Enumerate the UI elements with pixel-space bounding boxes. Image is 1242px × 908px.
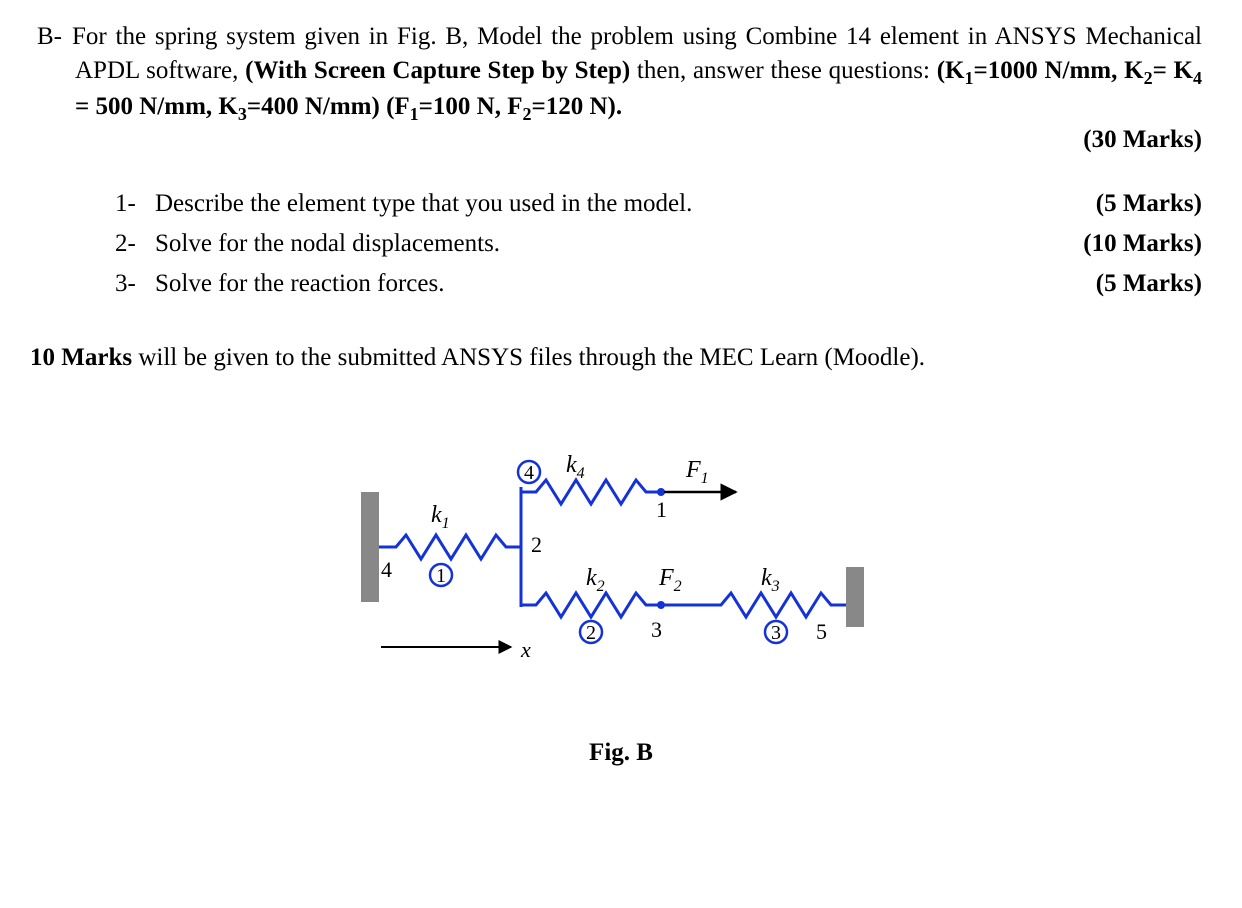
question-marks: (5 Marks) — [1096, 184, 1202, 224]
element-3-label: 3 — [771, 622, 781, 644]
f2-label: F2 — [658, 565, 682, 595]
question-text: Solve for the reaction forces. — [155, 264, 444, 304]
question-text: Solve for the nodal displacements. — [155, 224, 500, 264]
element-2-label: 2 — [586, 622, 596, 644]
node-4-label: 4 — [381, 557, 392, 582]
element-1-label: 1 — [436, 565, 446, 587]
question-marks: (5 Marks) — [1096, 264, 1202, 304]
question-row: 3- Solve for the reaction forces. (5 Mar… — [115, 264, 1202, 304]
node-3-dot — [657, 601, 665, 609]
x-axis-label: x — [520, 637, 531, 662]
question-number: 1- — [115, 184, 155, 224]
right-wall — [846, 567, 864, 627]
element-4-label: 4 — [524, 462, 534, 484]
node-3-label: 3 — [651, 617, 662, 642]
f1-label: F1 — [685, 457, 709, 487]
k3-label: k3 — [761, 565, 780, 595]
params-sub3: 3 — [238, 104, 247, 124]
node-2-label: 2 — [531, 532, 542, 557]
node-1-label: 1 — [656, 497, 667, 522]
problem-label: B- — [37, 20, 72, 54]
intro-text-2: then, answer these questions: — [630, 57, 937, 84]
params-e: =400 N/mm) (F — [247, 93, 410, 120]
params-f: =100 N, F — [419, 93, 523, 120]
params-sub1: 1 — [965, 68, 974, 88]
spring-k2 — [521, 593, 661, 617]
node-1-dot — [657, 488, 665, 496]
node-5-label: 5 — [816, 619, 827, 644]
question-marks: (10 Marks) — [1083, 224, 1202, 264]
note-lead: 10 Marks — [30, 344, 132, 371]
params-subf2: 2 — [523, 104, 532, 124]
submission-note: 10 Marks will be given to the submitted … — [30, 339, 1202, 377]
question-list: 1- Describe the element type that you us… — [115, 184, 1202, 304]
question-number: 3- — [115, 264, 155, 304]
left-wall — [361, 492, 379, 602]
k1-label: k1 — [431, 502, 450, 532]
total-marks-row: (30 Marks) — [115, 126, 1202, 154]
question-number: 2- — [115, 224, 155, 264]
spring-k1 — [379, 535, 521, 559]
params-b: =1000 N/mm, K — [974, 57, 1144, 84]
total-marks: (30 Marks) — [1083, 126, 1202, 154]
params-d: = 500 N/mm, K — [75, 93, 238, 120]
k2-label: k2 — [586, 565, 605, 595]
spring-diagram-svg: 4 1 k1 2 4 k4 1 F1 2 k2 — [341, 447, 901, 677]
problem-statement: B-For the spring system given in Fig. B,… — [75, 20, 1202, 126]
k4-label: k4 — [566, 452, 585, 482]
question-row: 2- Solve for the nodal displacements. (1… — [115, 224, 1202, 264]
note-rest: will be given to the submitted ANSYS fil… — [132, 344, 925, 371]
figure-caption: Fig. B — [15, 739, 1227, 767]
spring-k4 — [521, 480, 661, 504]
question-row: 1- Describe the element type that you us… — [115, 184, 1202, 224]
spring-k3 — [706, 593, 846, 617]
params-g: =120 N). — [532, 93, 623, 120]
params-c: = K — [1153, 57, 1193, 84]
question-text: Describe the element type that you used … — [155, 184, 692, 224]
params-subf1: 1 — [410, 104, 419, 124]
intro-bold-screencap: (With Screen Capture Step by Step) — [245, 57, 630, 84]
params-sub4: 4 — [1193, 68, 1202, 88]
figure-b: 4 1 k1 2 4 k4 1 F1 2 k2 — [15, 447, 1227, 767]
params-sub2: 2 — [1144, 68, 1153, 88]
params-a: (K — [937, 57, 965, 84]
